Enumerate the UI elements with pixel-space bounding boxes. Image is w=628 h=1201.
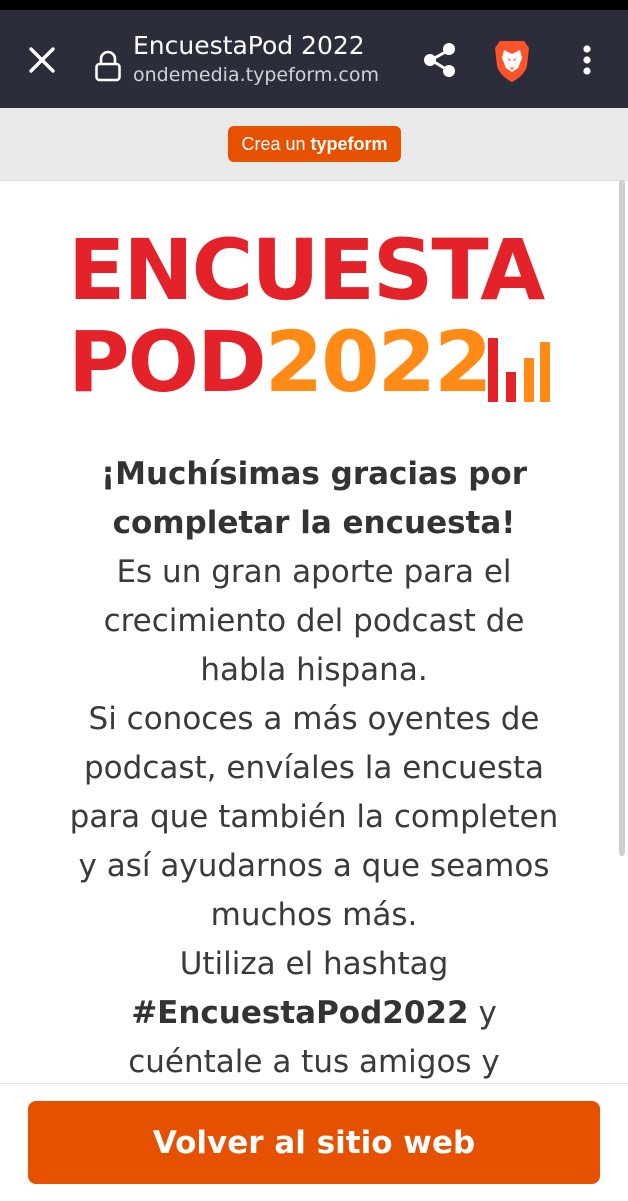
message-heading: ¡Muchísimas gracias por completar la enc… xyxy=(100,456,527,541)
logo-year: 2022 xyxy=(264,313,493,411)
crea-typeform-button[interactable]: Crea un typeform xyxy=(228,126,401,162)
footer-bar: Volver al sitio web xyxy=(0,1083,628,1201)
typeform-banner: Crea un typeform xyxy=(0,108,628,181)
hashtag: #EncuestaPod2022 xyxy=(131,995,469,1031)
page-title: EncuestaPod 2022 xyxy=(133,31,365,60)
close-icon xyxy=(29,47,55,73)
thank-you-message: ¡Muchísimas gracias por completar la enc… xyxy=(60,450,568,1087)
typeform-brand: typeform xyxy=(310,133,388,154)
lock-icon xyxy=(94,50,122,82)
share-button[interactable] xyxy=(420,40,460,80)
page-url: ondemedia.typeform.com xyxy=(133,64,379,86)
message-paragraph-3: Utiliza el hashtag #EncuestaPod2022 y cu… xyxy=(60,940,568,1087)
logo-line1: ENCUESTA xyxy=(68,221,545,319)
share-icon xyxy=(424,43,455,77)
hashtag-intro: Utiliza el hashtag xyxy=(179,946,449,982)
brave-lion-icon xyxy=(495,41,529,82)
scrollbar[interactable] xyxy=(619,180,625,856)
back-to-website-button[interactable]: Volver al sitio web xyxy=(28,1101,600,1184)
status-bar xyxy=(0,0,628,10)
close-button[interactable] xyxy=(24,42,60,78)
address-area[interactable]: EncuestaPod 2022 ondemedia.typeform.com xyxy=(133,30,403,88)
message-paragraph-1: Es un gran aporte para el crecimiento de… xyxy=(103,554,525,688)
more-options-button[interactable] xyxy=(574,40,600,80)
message-paragraph-2: Si conoces a más oyentes de podcast, env… xyxy=(69,701,559,933)
crea-prefix: Crea un xyxy=(241,133,306,154)
more-vert-icon xyxy=(583,45,591,75)
encuestapod-logo: ENCUESTA POD2022 xyxy=(68,228,558,408)
brave-rewards-button[interactable] xyxy=(492,38,532,84)
logo-line2: POD2022 xyxy=(68,320,492,404)
bar-chart-icon xyxy=(488,338,550,402)
logo-pod: POD xyxy=(68,313,267,411)
browser-top-bar: EncuestaPod 2022 ondemedia.typeform.com xyxy=(0,10,628,108)
